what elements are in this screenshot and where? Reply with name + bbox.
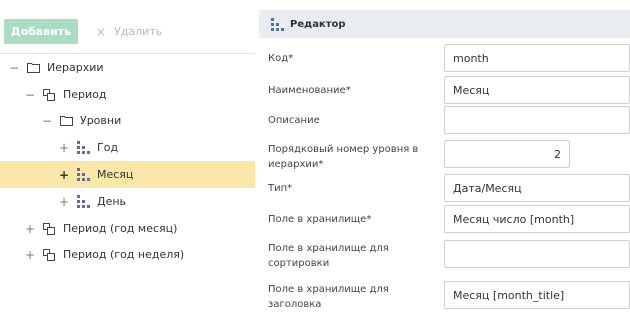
tree-item-month[interactable]: + Месяц [0,161,255,188]
tree-item-levels[interactable]: − Уровни [0,107,255,134]
description-input[interactable] [444,106,630,134]
hierarchy-icon [42,88,56,102]
field-label: Поле в хранилище для сортировки [268,243,389,269]
tree-item-day[interactable]: + День [0,188,255,215]
collapse-toggle[interactable]: − [8,61,20,75]
field-label: Поле в хранилище для заголовка [268,284,389,310]
level-icon [76,195,90,209]
tree-item-period-year-month[interactable]: + Период (год месяц) [0,215,255,242]
name-input[interactable]: Месяц [444,76,630,104]
expand-toggle[interactable]: + [58,195,70,209]
type-select[interactable]: Дата/Месяц [444,174,630,202]
hierarchy-panel: Добавить × Удалить − Иерархии − Период −… [0,0,255,320]
expand-toggle[interactable]: + [58,141,70,155]
title-field-select[interactable]: Месяц [month_title] [444,281,630,309]
add-button-label: Добавить [10,25,72,38]
tree-item-label: Иерархии [47,61,104,74]
tree-item-label: Период (год неделя) [63,248,185,261]
tree-item-label: Уровни [80,114,122,127]
editor-title: Редактор [290,18,346,30]
folder-icon [59,114,73,128]
hierarchy-icon [42,222,56,236]
expand-toggle[interactable]: + [24,248,36,262]
tree-item-label: Период [63,88,107,101]
field-label: Тип* [268,183,293,194]
storage-field-select[interactable]: Месяц число [month] [444,205,630,233]
tree-item-label: Год [97,141,119,154]
tree-item-label: Месяц [97,168,134,181]
folder-icon [26,61,40,75]
editor-panel: Редактор Код* month Наименование* Месяц … [259,0,630,320]
collapse-toggle[interactable]: − [41,114,53,128]
add-button[interactable]: Добавить [4,19,78,44]
code-input[interactable]: month [444,44,630,72]
hierarchy-icon [42,248,56,262]
tree-item-year[interactable]: + Год [0,134,255,161]
delete-button[interactable]: × Удалить [96,19,162,44]
order-number-input[interactable]: 2 [444,140,570,168]
expand-toggle[interactable]: + [24,222,36,236]
close-icon: × [96,24,107,39]
field-label: Наименование* [268,85,351,96]
field-label: Поле в хранилище* [268,214,372,225]
field-label: Код* [268,53,294,64]
tree-item-label: Период (год месяц) [63,222,178,235]
level-icon [270,17,284,31]
tree-item-hierarchies[interactable]: − Иерархии [0,54,255,81]
tree-item-label: День [97,195,127,208]
tree-item-period-year-week[interactable]: + Период (год неделя) [0,241,255,268]
field-label: Порядковый номер уровня в иерархии* [268,144,419,170]
delete-button-label: Удалить [114,25,163,38]
tree-item-period[interactable]: − Период [0,81,255,108]
toolbar: Добавить × Удалить [0,0,255,54]
field-label: Описание [268,115,320,126]
expand-toggle[interactable]: + [58,168,70,182]
sort-field-select[interactable] [444,240,630,268]
level-icon [76,141,90,155]
level-icon [76,168,90,182]
collapse-toggle[interactable]: − [24,88,36,102]
editor-header: Редактор [259,10,630,38]
